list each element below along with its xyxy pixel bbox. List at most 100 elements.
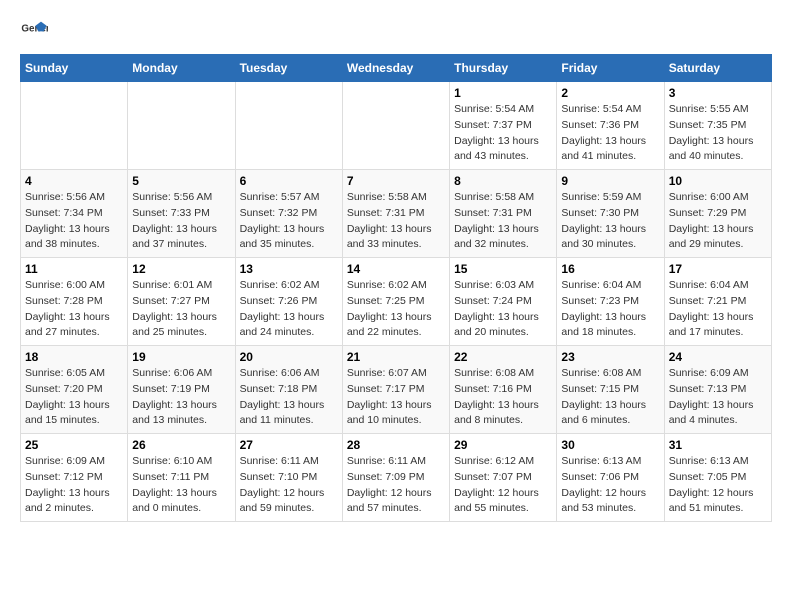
calendar-cell: 29Sunrise: 6:12 AM Sunset: 7:07 PM Dayli… (450, 434, 557, 522)
cell-content: Sunrise: 6:04 AM Sunset: 7:23 PM Dayligh… (561, 278, 659, 341)
day-number: 3 (669, 86, 767, 100)
calendar-cell: 6Sunrise: 5:57 AM Sunset: 7:32 PM Daylig… (235, 170, 342, 258)
calendar-cell: 13 Sunrise: 6:02 AM Sunset: 7:26 PM Dayli… (235, 258, 342, 346)
calendar-cell (128, 82, 235, 170)
cell-content: Sunrise: 6:08 AM Sunset: 7:15 PM Dayligh… (561, 366, 659, 429)
cell-content: Sunrise: 6:01 AM Sunset: 7:27 PM Dayligh… (132, 278, 230, 341)
day-number: 9 (561, 174, 659, 188)
day-number: 11 (25, 262, 123, 276)
day-number: 16 (561, 262, 659, 276)
calendar-cell: 19Sunrise: 6:06 AM Sunset: 7:19 PM Dayli… (128, 346, 235, 434)
day-number: 31 (669, 438, 767, 452)
cell-content: Sunrise: 5:56 AM Sunset: 7:34 PM Dayligh… (25, 190, 123, 253)
calendar-body: 1 Sunrise: 5:54 AM Sunset: 7:37 PM Daylig… (21, 82, 772, 522)
day-number: 28 (347, 438, 445, 452)
calendar-cell: 1 Sunrise: 5:54 AM Sunset: 7:37 PM Daylig… (450, 82, 557, 170)
cell-content: Sunrise: 6:06 AM Sunset: 7:18 PM Dayligh… (240, 366, 338, 429)
day-number: 30 (561, 438, 659, 452)
cell-content: Sunrise: 5:55 AM Sunset: 7:35 PM Dayligh… (669, 102, 767, 165)
day-number: 21 (347, 350, 445, 364)
calendar-cell: 18 Sunrise: 6:05 AM Sunset: 7:20 PM Dayli… (21, 346, 128, 434)
day-number: 14 (347, 262, 445, 276)
day-header-wednesday: Wednesday (342, 55, 449, 82)
day-number: 10 (669, 174, 767, 188)
cell-content: Sunrise: 6:04 AM Sunset: 7:21 PM Dayligh… (669, 278, 767, 341)
day-number: 5 (132, 174, 230, 188)
calendar-cell: 9 Sunrise: 5:59 AM Sunset: 7:30 PM Daylig… (557, 170, 664, 258)
day-header-saturday: Saturday (664, 55, 771, 82)
calendar-cell (235, 82, 342, 170)
cell-content: Sunrise: 6:03 AM Sunset: 7:24 PM Dayligh… (454, 278, 552, 341)
day-number: 8 (454, 174, 552, 188)
day-number: 29 (454, 438, 552, 452)
calendar-cell: 30 Sunrise: 6:13 AM Sunset: 7:06 PM Dayli… (557, 434, 664, 522)
calendar-cell: 20 Sunrise: 6:06 AM Sunset: 7:18 PM Dayli… (235, 346, 342, 434)
calendar-cell: 27Sunrise: 6:11 AM Sunset: 7:10 PM Dayli… (235, 434, 342, 522)
cell-content: Sunrise: 5:56 AM Sunset: 7:33 PM Dayligh… (132, 190, 230, 253)
calendar-week-2: 4 Sunrise: 5:56 AM Sunset: 7:34 PM Daylig… (21, 170, 772, 258)
cell-content: Sunrise: 6:13 AM Sunset: 7:06 PM Dayligh… (561, 454, 659, 517)
calendar-cell: 12Sunrise: 6:01 AM Sunset: 7:27 PM Dayli… (128, 258, 235, 346)
day-number: 22 (454, 350, 552, 364)
cell-content: Sunrise: 6:13 AM Sunset: 7:05 PM Dayligh… (669, 454, 767, 517)
calendar-cell: 26 Sunrise: 6:10 AM Sunset: 7:11 PM Dayli… (128, 434, 235, 522)
calendar-cell: 25 Sunrise: 6:09 AM Sunset: 7:12 PM Dayli… (21, 434, 128, 522)
calendar-cell: 2Sunrise: 5:54 AM Sunset: 7:36 PM Daylig… (557, 82, 664, 170)
cell-content: Sunrise: 6:09 AM Sunset: 7:13 PM Dayligh… (669, 366, 767, 429)
day-number: 23 (561, 350, 659, 364)
day-header-monday: Monday (128, 55, 235, 82)
day-number: 15 (454, 262, 552, 276)
calendar-cell: 31 Sunrise: 6:13 AM Sunset: 7:05 PM Dayli… (664, 434, 771, 522)
cell-content: Sunrise: 6:00 AM Sunset: 7:29 PM Dayligh… (669, 190, 767, 253)
calendar-cell: 17Sunrise: 6:04 AM Sunset: 7:21 PM Dayli… (664, 258, 771, 346)
day-header-thursday: Thursday (450, 55, 557, 82)
calendar-week-5: 25 Sunrise: 6:09 AM Sunset: 7:12 PM Dayli… (21, 434, 772, 522)
calendar-cell: 5 Sunrise: 5:56 AM Sunset: 7:33 PM Daylig… (128, 170, 235, 258)
cell-content: Sunrise: 6:07 AM Sunset: 7:17 PM Dayligh… (347, 366, 445, 429)
cell-content: Sunrise: 5:58 AM Sunset: 7:31 PM Dayligh… (454, 190, 552, 253)
calendar-cell: 21 Sunrise: 6:07 AM Sunset: 7:17 PM Dayli… (342, 346, 449, 434)
day-number: 26 (132, 438, 230, 452)
cell-content: Sunrise: 6:08 AM Sunset: 7:16 PM Dayligh… (454, 366, 552, 429)
calendar-cell: 22 Sunrise: 6:08 AM Sunset: 7:16 PM Dayli… (450, 346, 557, 434)
calendar-table: SundayMondayTuesdayWednesdayThursdayFrid… (20, 54, 772, 522)
cell-content: Sunrise: 5:59 AM Sunset: 7:30 PM Dayligh… (561, 190, 659, 253)
calendar-cell: 8 Sunrise: 5:58 AM Sunset: 7:31 PM Daylig… (450, 170, 557, 258)
logo: General (20, 16, 52, 44)
calendar-cell: 14 Sunrise: 6:02 AM Sunset: 7:25 PM Dayli… (342, 258, 449, 346)
cell-content: Sunrise: 6:05 AM Sunset: 7:20 PM Dayligh… (25, 366, 123, 429)
day-number: 18 (25, 350, 123, 364)
cell-content: Sunrise: 5:58 AM Sunset: 7:31 PM Dayligh… (347, 190, 445, 253)
day-header-sunday: Sunday (21, 55, 128, 82)
cell-content: Sunrise: 6:02 AM Sunset: 7:26 PM Dayligh… (240, 278, 338, 341)
calendar-cell: 10 Sunrise: 6:00 AM Sunset: 7:29 PM Dayli… (664, 170, 771, 258)
calendar-cell: 24Sunrise: 6:09 AM Sunset: 7:13 PM Dayli… (664, 346, 771, 434)
day-number: 1 (454, 86, 552, 100)
calendar-cell: 11 Sunrise: 6:00 AM Sunset: 7:28 PM Dayli… (21, 258, 128, 346)
day-number: 6 (240, 174, 338, 188)
day-number: 13 (240, 262, 338, 276)
day-number: 7 (347, 174, 445, 188)
cell-content: Sunrise: 6:10 AM Sunset: 7:11 PM Dayligh… (132, 454, 230, 517)
cell-content: Sunrise: 6:02 AM Sunset: 7:25 PM Dayligh… (347, 278, 445, 341)
calendar-cell: 23 Sunrise: 6:08 AM Sunset: 7:15 PM Dayli… (557, 346, 664, 434)
calendar-week-4: 18 Sunrise: 6:05 AM Sunset: 7:20 PM Dayli… (21, 346, 772, 434)
calendar-cell: 16 Sunrise: 6:04 AM Sunset: 7:23 PM Dayli… (557, 258, 664, 346)
day-header-tuesday: Tuesday (235, 55, 342, 82)
day-header-friday: Friday (557, 55, 664, 82)
cell-content: Sunrise: 6:09 AM Sunset: 7:12 PM Dayligh… (25, 454, 123, 517)
cell-content: Sunrise: 5:54 AM Sunset: 7:37 PM Dayligh… (454, 102, 552, 165)
day-number: 25 (25, 438, 123, 452)
calendar-cell: 7 Sunrise: 5:58 AM Sunset: 7:31 PM Daylig… (342, 170, 449, 258)
header: General (20, 16, 772, 44)
calendar-cell: 15 Sunrise: 6:03 AM Sunset: 7:24 PM Dayli… (450, 258, 557, 346)
day-number: 2 (561, 86, 659, 100)
calendar-header: SundayMondayTuesdayWednesdayThursdayFrid… (21, 55, 772, 82)
calendar-cell: 3 Sunrise: 5:55 AM Sunset: 7:35 PM Daylig… (664, 82, 771, 170)
calendar-cell (21, 82, 128, 170)
day-number: 4 (25, 174, 123, 188)
cell-content: Sunrise: 6:00 AM Sunset: 7:28 PM Dayligh… (25, 278, 123, 341)
cell-content: Sunrise: 6:06 AM Sunset: 7:19 PM Dayligh… (132, 366, 230, 429)
day-number: 20 (240, 350, 338, 364)
cell-content: Sunrise: 6:11 AM Sunset: 7:09 PM Dayligh… (347, 454, 445, 517)
